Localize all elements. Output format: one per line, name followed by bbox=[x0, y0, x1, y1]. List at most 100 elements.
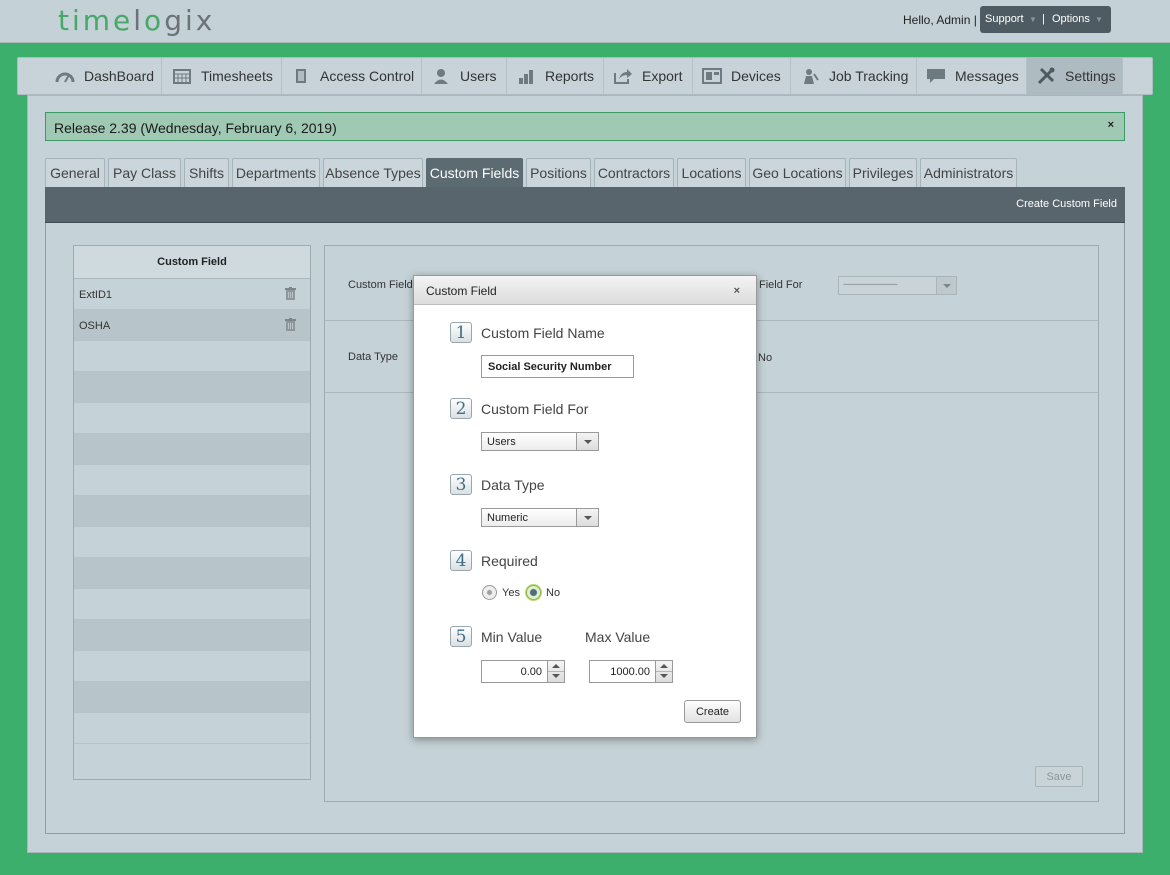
tab-absence-types[interactable]: Absence Types bbox=[323, 158, 423, 187]
list-item[interactable]: OSHA bbox=[74, 310, 310, 341]
max-value-label: Max Value bbox=[585, 629, 651, 645]
nav-label: Users bbox=[460, 68, 497, 84]
field-for-select[interactable]: --------------------------- bbox=[838, 276, 957, 295]
tab-general[interactable]: General bbox=[45, 158, 105, 187]
select-value: Users bbox=[487, 436, 516, 448]
dialog-titlebar: Custom Field × bbox=[414, 276, 756, 305]
data-type-select[interactable]: Numeric bbox=[481, 508, 599, 527]
user-icon bbox=[431, 68, 451, 84]
tab-positions[interactable]: Positions bbox=[526, 158, 591, 187]
arrow-up-icon[interactable] bbox=[660, 664, 668, 668]
step-4-badge: 4 bbox=[450, 550, 472, 571]
nav-export[interactable]: Export bbox=[604, 58, 693, 94]
max-value-stepper[interactable]: 1000.00 bbox=[589, 660, 673, 683]
close-icon[interactable]: × bbox=[1108, 119, 1114, 131]
top-header: timelogix Hello, Admin | Support ▼ | Opt… bbox=[0, 0, 1170, 43]
close-icon[interactable]: × bbox=[734, 285, 740, 297]
select-value: --------------------------- bbox=[843, 279, 898, 289]
create-custom-field-button[interactable]: Create Custom Field bbox=[1016, 198, 1117, 210]
arrow-down-icon[interactable] bbox=[660, 674, 668, 678]
nav-reports[interactable]: Reports bbox=[507, 58, 604, 94]
tab-locations[interactable]: Locations bbox=[677, 158, 746, 187]
nav-label: Timesheets bbox=[201, 68, 273, 84]
nav-users[interactable]: Users bbox=[422, 58, 507, 94]
nav-dashboard[interactable]: DashBoard bbox=[46, 58, 162, 94]
dialog-title: Custom Field bbox=[426, 284, 497, 298]
nav-label: DashBoard bbox=[84, 68, 155, 84]
nav-label: Export bbox=[642, 68, 683, 84]
trash-icon[interactable] bbox=[285, 287, 296, 300]
custom-field-name-label: Custom Field Name bbox=[481, 325, 605, 341]
required-label: Required bbox=[481, 553, 538, 569]
max-value-input[interactable]: 1000.00 bbox=[610, 666, 650, 678]
step-5-badge: 5 bbox=[450, 626, 472, 647]
nav-label: Devices bbox=[731, 68, 781, 84]
spinner-divider bbox=[548, 671, 564, 672]
spinner-buttons[interactable] bbox=[655, 661, 672, 682]
nav-settings[interactable]: Settings bbox=[1027, 58, 1123, 94]
nav-label: Messages bbox=[955, 68, 1019, 84]
tab-contractors[interactable]: Contractors bbox=[594, 158, 674, 187]
save-button[interactable]: Save bbox=[1035, 766, 1083, 787]
create-button[interactable]: Create bbox=[684, 700, 741, 723]
chevron-down-icon bbox=[576, 433, 598, 450]
required-yes-radio[interactable] bbox=[482, 585, 497, 600]
arrow-down-icon[interactable] bbox=[552, 674, 560, 678]
nav-timesheets[interactable]: Timesheets bbox=[163, 58, 282, 94]
step-2-badge: 2 bbox=[450, 398, 472, 419]
list-item-empty bbox=[74, 372, 310, 403]
nav-label: Reports bbox=[545, 68, 595, 84]
list-item-label: ExtID1 bbox=[79, 289, 113, 301]
nav-job-tracking[interactable]: Job Tracking bbox=[791, 58, 917, 94]
step-3-badge: 3 bbox=[450, 474, 472, 495]
required-no-radio[interactable] bbox=[526, 585, 541, 600]
custom-field-list: Custom Field ExtID1 OSHA bbox=[73, 245, 311, 780]
min-value-input[interactable]: 0.00 bbox=[521, 666, 542, 678]
spinner-buttons[interactable] bbox=[547, 661, 564, 682]
list-item-empty bbox=[74, 403, 310, 434]
tab-shifts[interactable]: Shifts bbox=[184, 158, 229, 187]
list-item-empty bbox=[74, 589, 310, 620]
custom-field-name-input[interactable]: Social Security Number bbox=[481, 355, 634, 378]
nav-access-control[interactable]: Access Control bbox=[282, 58, 422, 94]
tab-custom-fields[interactable]: Custom Fields bbox=[426, 158, 523, 187]
tab-pay-class[interactable]: Pay Class bbox=[108, 158, 181, 187]
nav-messages[interactable]: Messages bbox=[917, 58, 1027, 94]
chevron-down-icon bbox=[576, 509, 598, 526]
tab-geo-locations[interactable]: Geo Locations bbox=[749, 158, 846, 187]
list-item-empty bbox=[74, 744, 310, 775]
main-navigation: DashBoard Timesheets Access Control User… bbox=[17, 57, 1153, 95]
custom-field-for-select[interactable]: Users bbox=[481, 432, 599, 451]
arrow-up-icon[interactable] bbox=[552, 664, 560, 668]
nav-devices[interactable]: Devices bbox=[693, 58, 791, 94]
custom-field-for-label: Custom Field For bbox=[481, 401, 589, 417]
support-menu[interactable]: Support bbox=[985, 13, 1024, 25]
list-item-empty bbox=[74, 465, 310, 496]
options-menu[interactable]: Options bbox=[1052, 13, 1090, 25]
tab-privileges[interactable]: Privileges bbox=[849, 158, 917, 187]
menu-separator: | bbox=[1042, 13, 1045, 25]
worker-icon bbox=[800, 68, 820, 84]
list-item-label: OSHA bbox=[79, 320, 111, 332]
release-text: Release 2.39 (Wednesday, February 6, 201… bbox=[54, 120, 337, 136]
list-item-empty bbox=[74, 620, 310, 651]
greeting-text: Hello, Admin | bbox=[903, 13, 977, 27]
min-value-stepper[interactable]: 0.00 bbox=[481, 660, 565, 683]
header-menu: Support ▼ | Options ▼ bbox=[980, 6, 1111, 33]
export-icon bbox=[613, 68, 633, 84]
tab-administrators[interactable]: Administrators bbox=[920, 158, 1017, 187]
nav-label: Job Tracking bbox=[829, 68, 909, 84]
step-1-badge: 1 bbox=[450, 322, 472, 343]
list-item-empty bbox=[74, 558, 310, 589]
list-item[interactable]: ExtID1 bbox=[74, 279, 310, 310]
select-value: Numeric bbox=[487, 512, 528, 524]
required-no-label: No bbox=[546, 587, 561, 599]
spinner-divider bbox=[656, 671, 672, 672]
tab-departments[interactable]: Departments bbox=[232, 158, 320, 187]
custom-field-dialog: Custom Field × 1 Custom Field Name Socia… bbox=[413, 275, 757, 738]
field-for-label: Field For bbox=[759, 279, 803, 291]
chat-icon bbox=[926, 68, 946, 84]
list-item-empty bbox=[74, 341, 310, 372]
trash-icon[interactable] bbox=[285, 318, 296, 331]
min-value-label: Min Value bbox=[481, 629, 543, 645]
